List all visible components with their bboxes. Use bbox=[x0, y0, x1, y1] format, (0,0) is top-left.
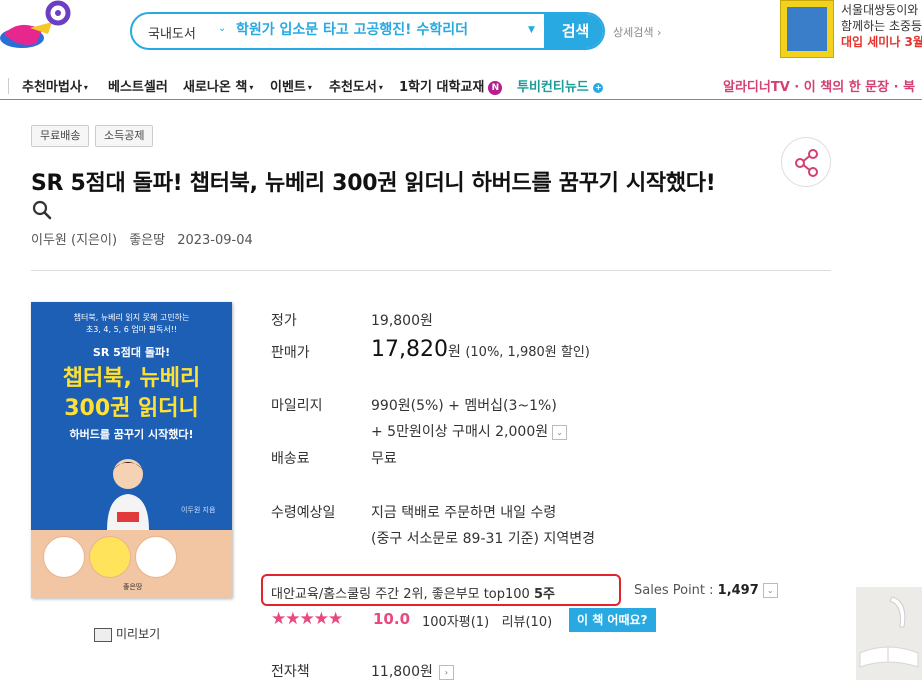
search-bar: 국내도서 ⌄ ▼ 검색 bbox=[130, 12, 605, 50]
search-input[interactable] bbox=[236, 21, 526, 37]
share-button[interactable] bbox=[781, 137, 831, 187]
search-dropdown-icon[interactable]: ▼ bbox=[528, 25, 535, 35]
rating-score: 10.0 bbox=[373, 610, 411, 628]
nav-divider bbox=[8, 78, 9, 94]
mileage-label: 마일리지 bbox=[271, 398, 323, 414]
search-button[interactable]: 검색 bbox=[544, 14, 603, 48]
rank-text[interactable]: 대안교육/홈스쿨링 주간 2위, 좋은부모 top100 5주 bbox=[271, 583, 555, 602]
cover-bottom-panel: 좋은땅 bbox=[31, 530, 232, 598]
cover-circle-2 bbox=[89, 536, 131, 578]
sales-point-expand-icon[interactable]: ⌄ bbox=[762, 583, 778, 598]
nav-item-new-books[interactable]: 새로나온 책 ▾ bbox=[183, 76, 253, 95]
sales-point: Sales Point : 1,497 ⌄ bbox=[634, 583, 778, 598]
cover-circle-4 bbox=[181, 536, 223, 578]
mileage-expand-icon[interactable]: ⌄ bbox=[552, 424, 568, 440]
cover-author: 이두원 지음 bbox=[181, 506, 216, 514]
nav-item-recommend-wizard[interactable]: 추천마법사 ▾ bbox=[22, 76, 88, 95]
cover-main-title-3: 하버드를 꿈꾸기 시작했다! bbox=[69, 428, 194, 441]
short-review-link[interactable]: 100자평(1) bbox=[422, 615, 489, 630]
tag-free-shipping: 무료배송 bbox=[31, 125, 90, 147]
chevron-right-icon[interactable]: › bbox=[438, 664, 454, 680]
delivery-line-2[interactable]: (중구 서소문로 89-31 기준) 지역변경 bbox=[371, 528, 595, 548]
new-badge: N bbox=[488, 80, 503, 95]
divider bbox=[31, 270, 831, 271]
banner-line-3: 대입 세미나 3월 bbox=[841, 35, 922, 49]
book-meta: 이두원 (지은이) 좋은땅 2023-09-04 bbox=[31, 229, 261, 248]
how-is-this-book-button[interactable]: 이 책 어때요? bbox=[569, 608, 656, 632]
aladin-logo[interactable] bbox=[0, 0, 80, 58]
shipping-value: 무료 bbox=[371, 451, 397, 467]
shipping-label: 배송료 bbox=[271, 451, 310, 467]
banner-book-cover bbox=[787, 7, 827, 51]
plus-icon: + bbox=[593, 82, 604, 93]
cover-child-illustration bbox=[107, 459, 149, 530]
nav-item-events[interactable]: 이벤트 ▾ bbox=[270, 76, 312, 95]
cover-publisher: 좋은땅 bbox=[123, 583, 143, 591]
list-price-value: 19,800원 bbox=[371, 313, 433, 329]
main-nav: 추천마법사 ▾ 베스트셀러 새로나온 책 ▾ 이벤트 ▾ 추천도서 ▾ 1학기 대학교재… bbox=[0, 70, 922, 100]
banner-book-image[interactable] bbox=[780, 0, 834, 58]
cover-subtitle: 챕터북, 뉴베리 읽지 못해 고민하는 초3, 4, 5, 6 엄마 필독서!! bbox=[73, 313, 190, 334]
cover-circle-3 bbox=[135, 536, 177, 578]
detail-search-link[interactable]: 상세검색 › bbox=[613, 24, 661, 40]
nav-right-links[interactable]: 알라디너TV · 이 책의 한 문장 · 북 bbox=[723, 76, 915, 95]
ebook-label: 전자책 bbox=[271, 664, 310, 680]
nav-item-recommended-books[interactable]: 추천도서 ▾ bbox=[329, 76, 383, 95]
author-link[interactable]: 이두원 (지은이) bbox=[31, 233, 117, 248]
lamp-illustration bbox=[856, 587, 922, 680]
search-category-select[interactable]: 국내도서 bbox=[148, 23, 196, 42]
publisher-link[interactable]: 좋은땅 bbox=[129, 233, 165, 248]
cover-circle-1 bbox=[43, 536, 85, 578]
share-icon bbox=[795, 149, 818, 177]
star-rating-icon: ★★★★★ bbox=[271, 609, 343, 629]
nav-item-tobecontinued[interactable]: 투비컨티뉴드 + bbox=[517, 76, 604, 95]
list-price-label: 정가 bbox=[271, 313, 297, 329]
publish-date: 2023-09-04 bbox=[177, 233, 253, 248]
cover-sr-text: SR 5점대 돌파! bbox=[92, 346, 171, 359]
cover-main-title-1: 챕터북, 뉴베리 bbox=[62, 366, 201, 391]
preview-button[interactable]: 미리보기 bbox=[94, 625, 160, 642]
discount-text: (10%, 1,980원 할인) bbox=[465, 345, 590, 360]
review-link[interactable]: 리뷰(10) bbox=[502, 615, 553, 630]
ebook-price[interactable]: 11,800원 › bbox=[371, 661, 454, 680]
cover-main-title-2: 300권 읽더니 bbox=[64, 396, 199, 421]
banner-ad[interactable]: 서울대쌍둥이와 함께하는 초중등 대입 세미나 3월 bbox=[841, 2, 922, 50]
chevron-down-icon[interactable]: ⌄ bbox=[218, 23, 226, 34]
side-ad-image[interactable] bbox=[856, 587, 922, 680]
sale-price: 17,820원 (10%, 1,980원 할인) bbox=[371, 337, 590, 362]
nav-item-textbooks[interactable]: 1학기 대학교재 N bbox=[399, 76, 503, 95]
review-links: 100자평(1) 리뷰(10) bbox=[422, 611, 552, 630]
nav-item-bestseller[interactable]: 베스트셀러 bbox=[108, 76, 168, 95]
sale-price-label: 판매가 bbox=[271, 345, 310, 361]
search-icon[interactable] bbox=[31, 199, 53, 221]
banner-line-1: 서울대쌍둥이와 bbox=[841, 3, 919, 17]
banner-line-2: 함께하는 초중등 bbox=[841, 19, 922, 33]
book-cover[interactable]: 챕터북, 뉴베리 읽지 못해 고민하는 초3, 4, 5, 6 엄마 필독서!!… bbox=[31, 302, 232, 598]
page-title: SR 5점대 돌파! 챕터북, 뉴베리 300권 읽더니 하버드를 꿈꾸기 시작… bbox=[31, 171, 716, 196]
delivery-label: 수령예상일 bbox=[271, 505, 336, 521]
mileage-line-1: 990원(5%) + 멤버십(3~1%) bbox=[371, 398, 557, 414]
book-open-icon bbox=[94, 627, 112, 642]
mileage-line-2: + 5만원이상 구매시 2,000원 ⌄ bbox=[371, 421, 568, 441]
delivery-line-1: 지금 택배로 주문하면 내일 수령 bbox=[371, 505, 557, 521]
tag-tax-deduction: 소득공제 bbox=[95, 125, 154, 147]
